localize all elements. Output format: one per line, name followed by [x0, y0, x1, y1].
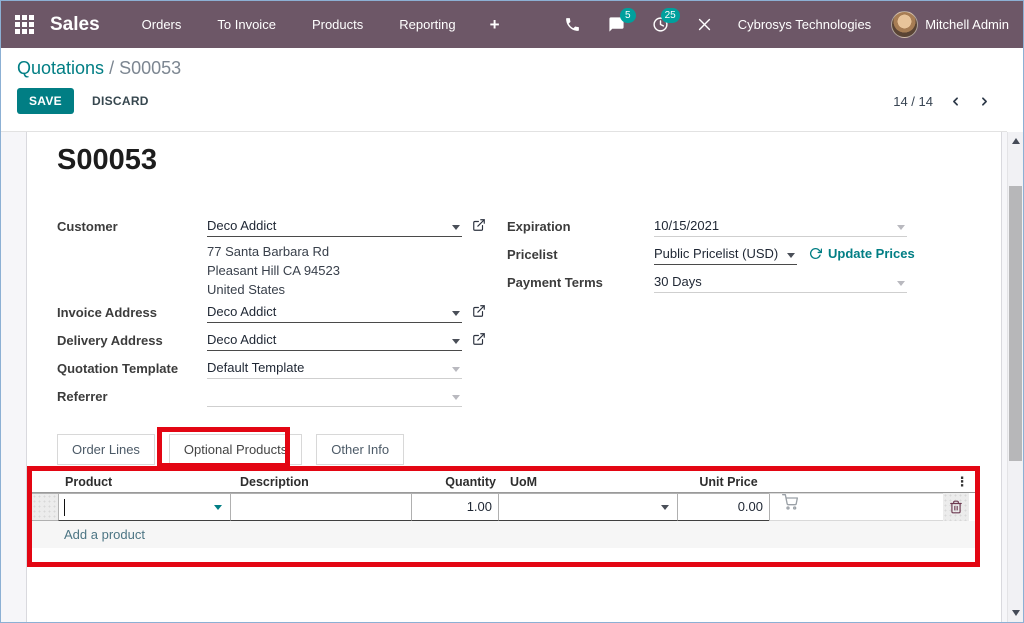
- phone-icon[interactable]: [556, 10, 590, 40]
- quotation-template-label: Quotation Template: [57, 361, 202, 376]
- tab-other-info[interactable]: Other Info: [316, 434, 404, 465]
- app-window: Sales Orders To Invoice Products Reporti…: [0, 0, 1024, 623]
- add-a-product-link[interactable]: Add a product: [32, 527, 145, 542]
- discard-button[interactable]: DISCARD: [92, 94, 149, 108]
- column-unit-price[interactable]: Unit Price: [682, 475, 775, 489]
- invoice-address-field[interactable]: Deco Addict: [207, 304, 462, 323]
- scroll-up-icon[interactable]: [1012, 138, 1020, 144]
- menu-orders[interactable]: Orders: [128, 11, 196, 38]
- update-prices-button[interactable]: Update Prices: [809, 246, 915, 261]
- user-name: Mitchell Admin: [925, 17, 1009, 32]
- text-cursor: [64, 499, 65, 516]
- chevron-down-icon[interactable]: [452, 225, 460, 230]
- user-menu[interactable]: Mitchell Admin: [891, 11, 1009, 38]
- chevron-down-icon[interactable]: [897, 225, 905, 230]
- delivery-address-label: Delivery Address: [57, 333, 202, 348]
- menu-to-invoice[interactable]: To Invoice: [203, 11, 290, 38]
- user-avatar: [891, 11, 918, 38]
- referrer-field[interactable]: [207, 388, 462, 407]
- invoice-address-label: Invoice Address: [57, 305, 202, 320]
- column-uom[interactable]: UoM: [502, 475, 682, 489]
- column-description[interactable]: Description: [232, 475, 414, 489]
- delivery-address-field[interactable]: Deco Addict: [207, 332, 462, 351]
- notebook-tabs: Order Lines Optional Products Other Info: [57, 434, 404, 465]
- chevron-down-icon[interactable]: [452, 395, 460, 400]
- messages-icon[interactable]: 5: [600, 10, 634, 40]
- apps-grid-icon[interactable]: [15, 15, 34, 34]
- chevron-down-icon[interactable]: [452, 311, 460, 316]
- top-navbar: Sales Orders To Invoice Products Reporti…: [1, 1, 1023, 48]
- breadcrumb-separator: /: [104, 58, 119, 78]
- table-row: 1.00 0.00: [32, 493, 975, 521]
- navbar-right: 5 25 Cybrosys Technologies Mitchell Admi…: [556, 10, 1009, 40]
- payment-terms-field[interactable]: 30 Days: [654, 274, 907, 293]
- chevron-down-icon[interactable]: [661, 505, 669, 510]
- company-switcher[interactable]: Cybrosys Technologies: [738, 17, 871, 32]
- customer-address-line: United States: [207, 280, 285, 299]
- chevron-down-icon[interactable]: [452, 367, 460, 372]
- chevron-down-icon[interactable]: [214, 505, 222, 510]
- add-product-row: Add a product: [32, 521, 975, 548]
- uom-select[interactable]: [498, 493, 678, 521]
- expiration-label: Expiration: [507, 219, 652, 234]
- row-handle[interactable]: [32, 493, 59, 521]
- main-menu: Orders To Invoice Products Reporting +: [128, 11, 512, 39]
- customer-field[interactable]: Deco Addict: [207, 218, 462, 237]
- pager: 14 / 14: [893, 94, 991, 109]
- customer-address-line: 77 Santa Barbara Rd: [207, 242, 329, 261]
- tab-order-lines[interactable]: Order Lines: [57, 434, 155, 465]
- menu-products[interactable]: Products: [298, 11, 377, 38]
- optional-columns-icon[interactable]: ⋮: [956, 477, 969, 487]
- tools-icon[interactable]: [688, 10, 722, 40]
- description-input[interactable]: [230, 493, 412, 521]
- plus-menu[interactable]: +: [478, 11, 512, 39]
- external-link-icon[interactable]: [472, 304, 486, 321]
- pricelist-label: Pricelist: [507, 247, 652, 262]
- menu-reporting[interactable]: Reporting: [385, 11, 469, 38]
- control-panel: Quotations / S00053 SAVE DISCARD 14 / 14: [1, 48, 1007, 132]
- optional-products-table: Product Description Quantity UoM Unit Pr…: [32, 471, 975, 548]
- breadcrumb: Quotations / S00053: [17, 58, 991, 79]
- payment-terms-label: Payment Terms: [507, 275, 652, 290]
- scroll-down-icon[interactable]: [1012, 610, 1020, 616]
- breadcrumb-quotations[interactable]: Quotations: [17, 58, 104, 78]
- pager-value[interactable]: 14 / 14: [893, 94, 933, 109]
- activities-clock-icon[interactable]: 25: [644, 10, 678, 40]
- app-name[interactable]: Sales: [50, 14, 100, 36]
- trash-icon: [949, 500, 963, 514]
- scrollbar-thumb[interactable]: [1009, 186, 1022, 461]
- page-title: S00053: [57, 144, 157, 177]
- cart-icon[interactable]: [770, 493, 798, 513]
- tab-optional-products[interactable]: Optional Products: [169, 434, 302, 465]
- chevron-down-icon[interactable]: [897, 281, 905, 286]
- table-header-row: Product Description Quantity UoM Unit Pr…: [32, 471, 975, 493]
- vertical-scrollbar[interactable]: [1007, 132, 1023, 622]
- customer-address-line: Pleasant Hill CA 94523: [207, 261, 340, 280]
- pager-next-icon[interactable]: [978, 95, 991, 108]
- chevron-down-icon[interactable]: [452, 339, 460, 344]
- pager-previous-icon[interactable]: [949, 95, 962, 108]
- breadcrumb-current: S00053: [119, 58, 181, 78]
- activities-badge: 25: [661, 8, 680, 23]
- delete-row-button[interactable]: [943, 493, 969, 521]
- save-button[interactable]: SAVE: [17, 88, 74, 114]
- quantity-input[interactable]: 1.00: [411, 493, 499, 521]
- external-link-icon[interactable]: [472, 332, 486, 349]
- column-product[interactable]: Product: [59, 475, 232, 489]
- external-link-icon[interactable]: [472, 218, 486, 235]
- refresh-icon: [809, 247, 822, 260]
- quotation-template-field[interactable]: Default Template: [207, 360, 462, 379]
- form-view: S00053 Customer Deco Addict 77 Santa Bar…: [1, 132, 1007, 622]
- unit-price-input[interactable]: 0.00: [677, 493, 770, 521]
- referrer-label: Referrer: [57, 389, 202, 404]
- expiration-field[interactable]: 10/15/2021: [654, 218, 907, 237]
- pricelist-field[interactable]: Public Pricelist (USD): [654, 246, 797, 265]
- form-sheet: S00053 Customer Deco Addict 77 Santa Bar…: [26, 132, 1002, 622]
- customer-label: Customer: [57, 219, 202, 234]
- messages-badge: 5: [620, 8, 636, 23]
- add-to-order-cell: [769, 493, 943, 521]
- product-input[interactable]: [58, 493, 231, 521]
- chevron-down-icon[interactable]: [787, 253, 795, 258]
- column-quantity[interactable]: Quantity: [414, 475, 502, 489]
